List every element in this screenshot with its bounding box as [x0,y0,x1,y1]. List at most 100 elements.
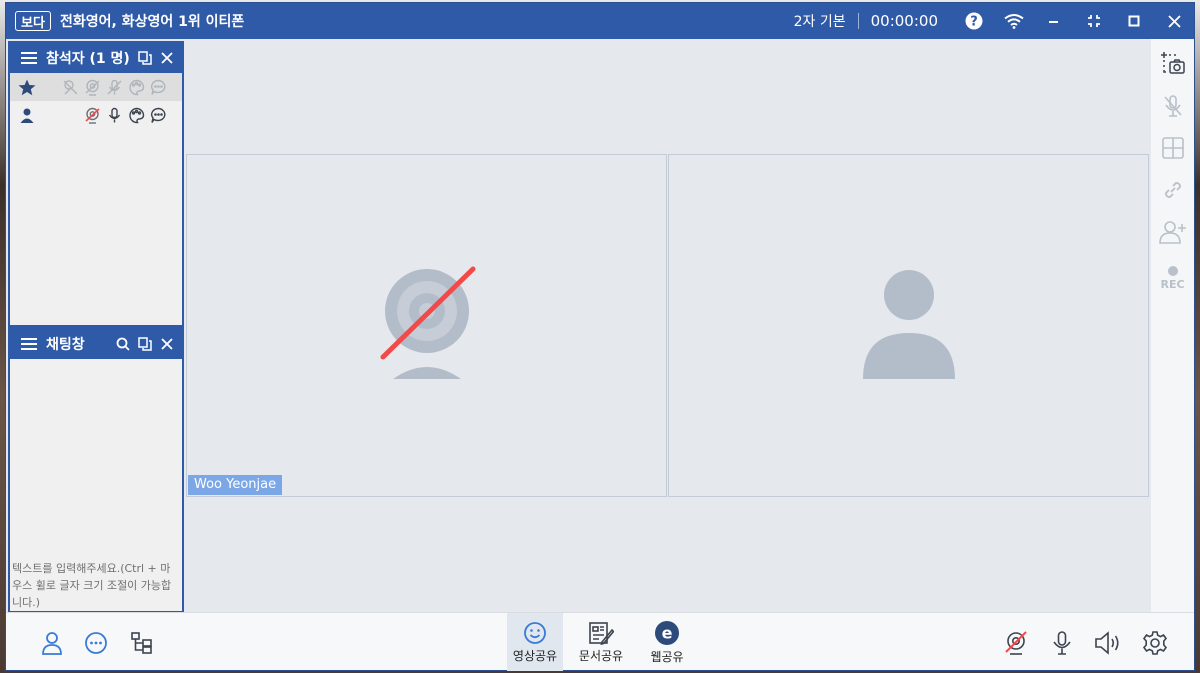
screenshot-button[interactable] [1151,49,1194,79]
participant-palette-icon[interactable] [127,106,146,125]
chat-bubble-icon[interactable] [149,78,168,97]
chat-input[interactable]: 텍스트를 입력해주세요.(Ctrl + 마우스 휠로 글자 크기 조절이 가능합… [12,560,180,611]
share-document-button[interactable]: 문서공유 [573,613,629,671]
participants-menu-button[interactable] [18,51,40,65]
palette-icon[interactable] [127,78,146,97]
minimize-icon [1049,21,1058,23]
chat-messages: 텍스트를 입력해주세요.(Ctrl + 마우스 휠로 글자 크기 조절이 가능합… [10,359,182,611]
participant-name-tag: Woo Yeonjae [188,475,283,495]
participants-panel: 참석자 (1 명) [8,41,184,327]
mic-toggle-button[interactable] [1046,627,1078,659]
bottom-toolbar: 영상공유 문서공유 e 웹공유 [6,612,1194,671]
close-icon [161,52,173,64]
local-video-tile[interactable]: Woo Yeonjae [186,154,667,497]
speaker-toggle-button[interactable] [1092,627,1124,659]
participants-popout-button[interactable] [134,51,156,65]
document-edit-icon [589,621,614,645]
chat-panel: 채팅창 텍스트를 입력해주세요.(Ctrl + 마우스 휠로 글자 크기 조절이… [8,327,184,613]
mic-icon [1053,631,1071,655]
video-area: Woo Yeonjae [186,39,1149,612]
chat-icon [85,632,107,654]
camera-off-icon[interactable] [83,78,102,97]
tree-icon [131,632,152,654]
participants-close-button[interactable] [156,52,178,64]
share-document-label: 문서공유 [578,648,624,663]
org-tree-button[interactable] [126,627,158,659]
close-button[interactable] [1154,3,1194,39]
participants-title: 참석자 (1 명) [46,51,130,67]
add-participant-button[interactable] [1151,217,1194,247]
grid-icon [1161,137,1184,159]
screen-capture-icon [1160,52,1185,74]
participants-toggle-button[interactable] [36,627,68,659]
chat-header: 채팅창 [10,329,182,359]
share-web-button[interactable]: e 웹공유 [639,613,695,671]
question-icon: ? [965,12,983,30]
maximize-icon [1128,15,1140,27]
remote-video-tile[interactable] [668,154,1149,497]
session-timer: 00:00:00 [870,12,938,30]
chat-popout-button[interactable] [134,337,156,351]
mic-off-icon [1163,95,1182,117]
link-icon [1164,182,1181,198]
star-icon [16,79,38,96]
speaker-icon [1095,631,1119,655]
help-button[interactable]: ? [954,3,994,39]
network-status-button[interactable] [994,3,1034,39]
camera-off-icon [380,266,476,379]
share-video-button[interactable]: 영상공유 [507,613,563,671]
chat-toggle-button[interactable] [80,627,112,659]
share-web-label: 웹공유 [650,649,684,664]
pen-off-icon[interactable] [61,78,80,97]
record-label: REC [1160,277,1185,291]
smile-icon [524,621,546,644]
hamburger-icon [21,338,37,350]
participants-column-header [10,73,182,101]
fullscreen-button[interactable] [1074,3,1114,39]
invite-link-button[interactable] [1151,175,1194,205]
add-user-icon [1158,221,1186,244]
participant-chat-icon[interactable] [149,106,168,125]
share-video-label: 영상공유 [512,648,558,663]
settings-button[interactable] [1139,627,1171,659]
popout-icon [138,337,152,351]
person-icon [42,632,62,655]
close-icon [161,338,173,350]
popout-icon [138,51,152,65]
chat-menu-button[interactable] [18,337,40,351]
record-button[interactable]: REC [1151,261,1194,295]
wifi-icon [1004,14,1024,29]
chat-search-button[interactable] [112,337,134,351]
minimize-button[interactable] [1034,3,1074,39]
fullscreen-icon [1088,15,1100,27]
layout-grid-button[interactable] [1151,133,1194,163]
title-divider [857,13,859,29]
chat-title: 채팅창 [46,337,85,353]
participant-mic-icon[interactable] [105,106,124,125]
record-dot-icon [1167,265,1178,276]
search-icon [116,337,130,351]
gear-icon [1142,631,1168,655]
svg-text:?: ? [970,15,978,30]
svg-text:e: e [662,623,673,642]
camera-off-icon [1005,631,1027,655]
participants-header: 참석자 (1 명) [10,43,182,73]
app-window: 보다 전화영어, 화상영어 1위 이티폰 2자 기본 00:00:00 ? 참석… [5,2,1195,671]
app-logo: 보다 [15,11,51,31]
close-icon [1167,14,1181,28]
browser-e-icon: e [655,620,679,645]
window-title: 전화영어, 화상영어 1위 이티폰 [60,14,245,30]
user-placeholder-icon [863,270,955,379]
participant-camera-off-icon[interactable] [83,106,102,125]
user-icon [16,108,38,123]
maximize-button[interactable] [1114,3,1154,39]
session-mode[interactable]: 2자 기본 [794,11,846,31]
chat-close-button[interactable] [156,338,178,350]
mute-all-button[interactable] [1151,91,1194,121]
hamburger-icon [21,52,37,64]
title-bar: 보다 전화영어, 화상영어 1위 이티폰 2자 기본 00:00:00 ? [6,3,1194,39]
participant-row[interactable] [10,101,182,129]
camera-toggle-button[interactable] [1000,627,1032,659]
mic-off-icon[interactable] [105,78,124,97]
right-toolbar: REC [1151,39,1194,612]
